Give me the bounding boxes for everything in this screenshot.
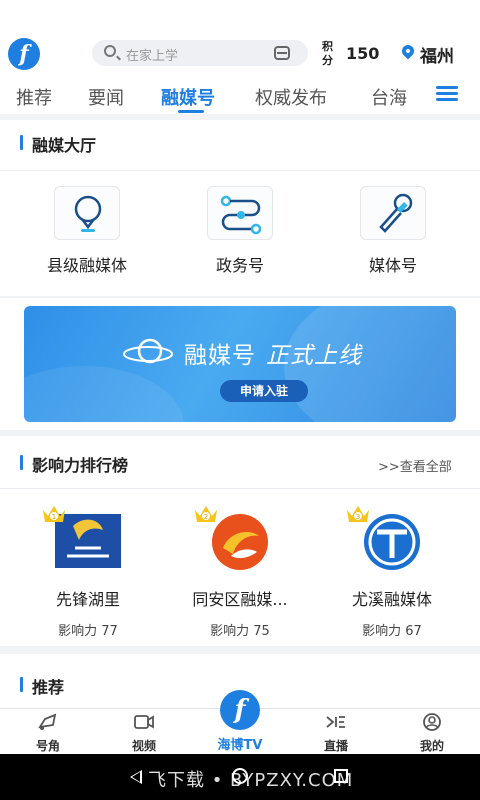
media-hall-section: 融媒大厅 县级融媒体 政务号 媒体号 — [0, 120, 480, 296]
banner-slogan: 正式上线 — [266, 343, 362, 369]
banner-decoration — [24, 366, 184, 422]
hall-item-county-media[interactable]: 县级融媒体 — [22, 186, 152, 276]
nav-label: 直播 — [323, 739, 348, 753]
tab-media-account[interactable]: 融媒号 — [161, 84, 215, 110]
rank-score: 影响力 67 — [362, 624, 422, 639]
city-selector[interactable]: 福州 — [420, 42, 454, 67]
banner-headline: 融媒号 正式上线 — [184, 336, 362, 370]
video-icon — [133, 713, 155, 731]
back-icon[interactable] — [130, 770, 142, 784]
nav-item-live[interactable]: 直播 — [306, 713, 366, 754]
location-bubble-icon — [54, 186, 120, 240]
banner-brand: 融媒号 — [184, 343, 256, 369]
home-icon[interactable] — [232, 768, 248, 784]
search-placeholder: 在家上学 — [126, 49, 179, 64]
flow-route-icon — [207, 186, 273, 240]
section-title-hall: 融媒大厅 — [20, 132, 96, 156]
section-title-recommend: 推荐 — [20, 674, 64, 698]
top-header: f 在家上学 积分 150 福州 推荐 要闻 融媒号 权威发布 台海 — [0, 0, 480, 114]
hall-item-label: 政务号 — [215, 256, 264, 275]
search-icon — [104, 45, 116, 57]
channel-tabs: 推荐 要闻 融媒号 权威发布 台海 — [0, 80, 480, 114]
crown-badge-icon: 1 — [43, 506, 65, 522]
divider — [0, 170, 480, 171]
profile-icon — [421, 713, 443, 731]
tab-news[interactable]: 要闻 — [88, 84, 124, 110]
tongan-media-logo: 2 — [195, 506, 275, 572]
watermark: 飞下载 • BYPZXY.COM — [148, 770, 354, 791]
youxi-media-logo: 3 — [347, 506, 427, 572]
nav-item-haibo-tv[interactable]: f 海博TV — [200, 690, 280, 753]
system-navigation-bar: 飞下载 • BYPZXY.COM — [0, 754, 480, 800]
menu-icon[interactable] — [436, 86, 458, 102]
view-all-link[interactable]: >>查看全部 — [378, 456, 452, 475]
scan-icon[interactable] — [274, 46, 290, 60]
xianfeng-huli-logo: 1 — [43, 506, 123, 572]
nav-label: 海博TV — [217, 738, 263, 753]
promo-banner[interactable]: 融媒号 正式上线 申请入驻 — [24, 306, 456, 422]
crown-badge-icon: 3 — [347, 506, 369, 522]
apply-join-button[interactable]: 申请入驻 — [220, 380, 308, 402]
nav-label: 号角 — [35, 739, 60, 753]
hall-item-media[interactable]: 媒体号 — [328, 186, 458, 276]
horn-icon — [37, 713, 59, 731]
divider — [0, 488, 480, 489]
crown-rank: 3 — [356, 513, 360, 521]
section-title-ranking: 影响力排行榜 — [20, 452, 128, 476]
tab-taiwan-strait[interactable]: 台海 — [371, 84, 407, 110]
tab-recommend[interactable]: 推荐 — [16, 84, 52, 110]
nav-item-horn[interactable]: 号角 — [18, 713, 78, 754]
crown-badge-icon: 2 — [195, 506, 217, 522]
nav-label: 我的 — [419, 739, 444, 753]
points-value[interactable]: 150 — [346, 44, 379, 63]
location-pin-icon[interactable] — [399, 42, 417, 60]
rank-score: 影响力 77 — [58, 624, 118, 639]
recent-apps-icon[interactable] — [334, 769, 348, 783]
planet-icon — [123, 338, 173, 364]
microphone-icon — [360, 186, 426, 240]
rank-name: 尤溪融媒体 — [351, 590, 432, 609]
nav-label: 视频 — [131, 739, 156, 753]
rank-item[interactable]: 1 先锋湖里 影响力 77 — [8, 506, 168, 639]
crown-rank: 1 — [52, 513, 56, 521]
haibo-logo-icon: f — [220, 690, 260, 730]
search-bar[interactable]: 在家上学 — [92, 40, 308, 66]
hall-item-label: 媒体号 — [368, 256, 417, 275]
rank-item[interactable]: 2 同安区融媒... 影响力 75 — [160, 506, 320, 639]
rank-score: 影响力 75 — [210, 624, 270, 639]
app-logo-icon[interactable]: f — [8, 38, 40, 70]
crown-rank: 2 — [204, 513, 208, 521]
nav-item-profile[interactable]: 我的 — [402, 713, 462, 754]
rank-item[interactable]: 3 尤溪融媒体 影响力 67 — [312, 506, 472, 639]
rank-name: 先锋湖里 — [55, 590, 120, 609]
points-label: 积分 — [322, 40, 333, 67]
live-icon — [325, 713, 347, 731]
hall-item-label: 县级融媒体 — [46, 256, 127, 275]
tab-official-release[interactable]: 权威发布 — [255, 84, 327, 110]
active-tab-indicator — [178, 110, 204, 113]
app-screen: f 在家上学 积分 150 福州 推荐 要闻 融媒号 权威发布 台海 融媒大厅 — [0, 0, 480, 800]
nav-item-video[interactable]: 视频 — [114, 713, 174, 754]
hall-item-government[interactable]: 政务号 — [175, 186, 305, 276]
rank-name: 同安区融媒... — [192, 590, 288, 609]
